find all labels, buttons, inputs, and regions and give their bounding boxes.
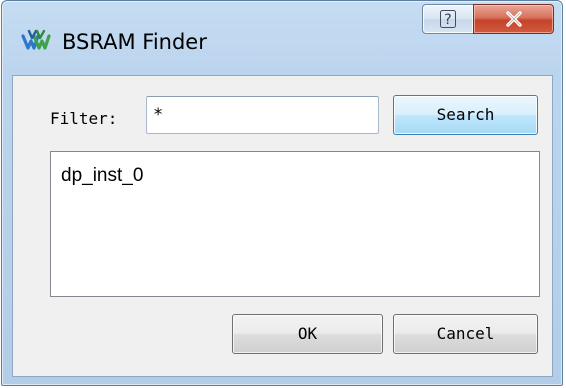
dialog-body: Filter: Search dp_inst_0 OK Cancel [12, 75, 553, 377]
filter-input[interactable] [146, 96, 379, 134]
results-listbox[interactable]: dp_inst_0 [50, 151, 540, 297]
app-logo-icon [21, 28, 51, 56]
search-button[interactable]: Search [393, 95, 538, 135]
svg-text:?: ? [444, 12, 451, 28]
window-title: BSRAM Finder [62, 30, 207, 54]
cancel-button[interactable]: Cancel [393, 314, 538, 354]
list-item[interactable]: dp_inst_0 [61, 164, 143, 188]
close-button[interactable] [473, 4, 554, 34]
help-button[interactable]: ? [422, 4, 474, 34]
title-bar[interactable]: BSRAM Finder ? [2, 1, 562, 75]
close-icon [505, 11, 522, 27]
filter-label: Filter: [50, 109, 118, 128]
dialog-window: BSRAM Finder ? Filter: Search dp_inst_0 … [1, 0, 563, 386]
ok-button[interactable]: OK [232, 314, 383, 354]
help-question-icon: ? [440, 10, 456, 28]
